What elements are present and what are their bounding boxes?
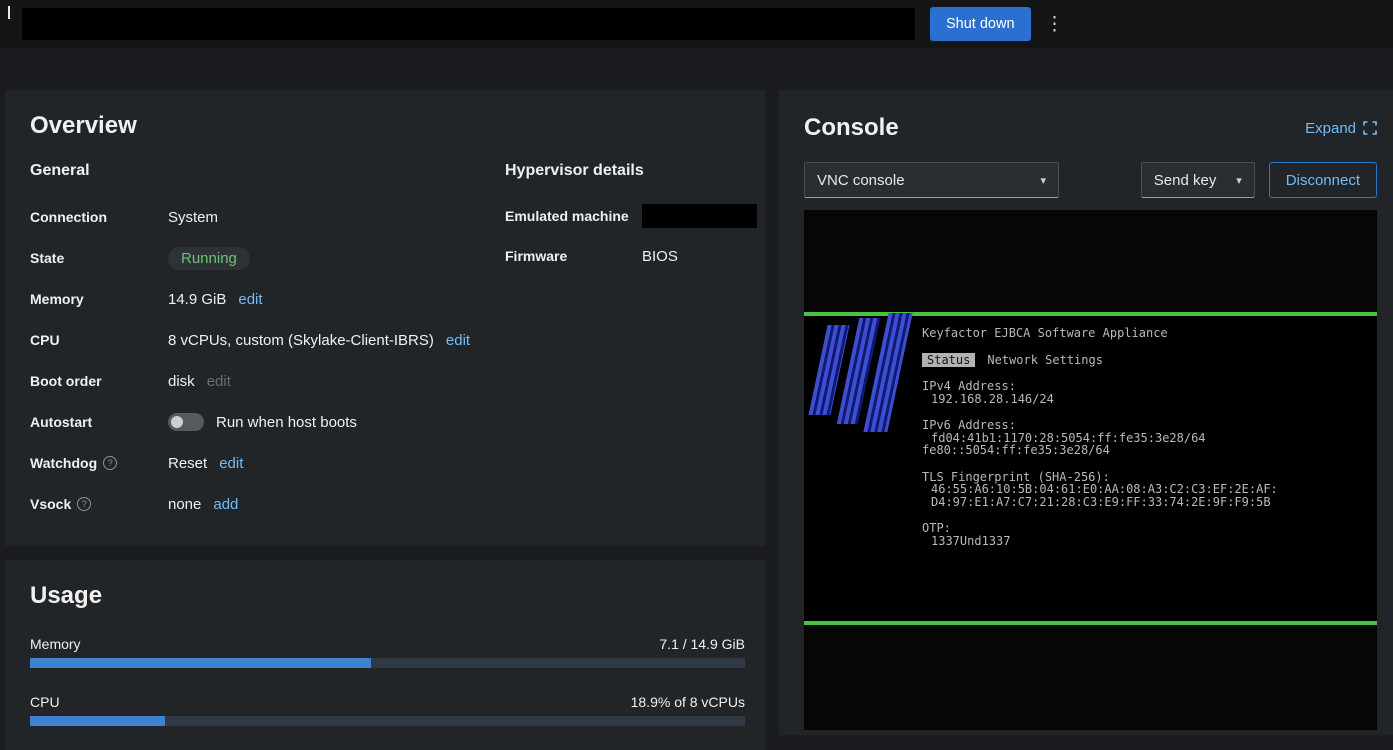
ipv4-block: IPv4 Address: 192.168.28.146/24 bbox=[922, 380, 1377, 405]
row-emulated-machine: Emulated machine bbox=[505, 204, 757, 228]
expand-button[interactable]: Expand bbox=[1305, 120, 1377, 137]
tls-fingerprint-block: TLS Fingerprint (SHA-256): 46:55:A6:10:5… bbox=[922, 471, 1377, 509]
console-card: Console Expand VNC console ▾ Send key ▾ … bbox=[779, 90, 1393, 735]
kebab-menu-icon[interactable]: ⋮ bbox=[1043, 13, 1067, 36]
memory-label: Memory bbox=[30, 291, 168, 307]
general-heading: General bbox=[30, 162, 505, 180]
row-autostart: Autostart Run when host boots bbox=[30, 409, 505, 435]
console-tab-network-settings: Network Settings bbox=[987, 354, 1103, 367]
send-key-dropdown[interactable]: Send key ▾ bbox=[1141, 162, 1255, 198]
usage-memory-label: Memory bbox=[30, 636, 81, 652]
overview-title: Overview bbox=[30, 112, 745, 140]
hypervisor-heading: Hypervisor details bbox=[505, 162, 757, 180]
redacted-vm-title bbox=[22, 8, 915, 40]
toggle-knob bbox=[171, 416, 183, 428]
shutdown-button[interactable]: Shut down bbox=[930, 7, 1031, 41]
usage-title: Usage bbox=[30, 582, 745, 610]
expand-label: Expand bbox=[1305, 120, 1356, 137]
autostart-toggle[interactable] bbox=[168, 413, 204, 431]
console-type-select[interactable]: VNC console ▾ bbox=[804, 162, 1059, 198]
vsock-label: Vsock bbox=[30, 496, 71, 512]
state-badge: Running bbox=[168, 247, 250, 270]
firmware-value: BIOS bbox=[642, 248, 678, 265]
chevron-down-icon: ▾ bbox=[1236, 174, 1242, 187]
hypervisor-section: Hypervisor details Emulated machine Firm… bbox=[505, 162, 757, 532]
vm-console-content: Keyfactor EJBCA Software Appliance Statu… bbox=[804, 316, 1377, 621]
general-section: General Connection System State Running … bbox=[30, 162, 505, 532]
connection-label: Connection bbox=[30, 209, 168, 225]
vm-display: Keyfactor EJBCA Software Appliance Statu… bbox=[804, 312, 1377, 625]
row-memory: Memory 14.9 GiB edit bbox=[30, 286, 505, 312]
watchdog-value: Reset bbox=[168, 455, 207, 472]
redacted-emulated-machine-value bbox=[642, 204, 757, 228]
overview-card: Overview General Connection System State… bbox=[5, 90, 765, 546]
vsock-add-link[interactable]: add bbox=[213, 496, 238, 513]
watchdog-label: Watchdog bbox=[30, 455, 97, 471]
row-cpu: CPU 8 vCPUs, custom (Skylake-Client-IBRS… bbox=[30, 327, 505, 353]
row-watchdog: Watchdog ? Reset edit bbox=[30, 450, 505, 476]
console-app-title: Keyfactor EJBCA Software Appliance bbox=[922, 327, 1377, 340]
usage-memory-header: Memory 7.1 / 14.9 GiB bbox=[30, 636, 745, 652]
otp-block: OTP: 1337Und1337 bbox=[922, 522, 1377, 547]
console-tab-status: Status bbox=[922, 353, 975, 368]
cpu-edit-link[interactable]: edit bbox=[446, 332, 470, 349]
firmware-label: Firmware bbox=[505, 248, 642, 264]
cpu-value: 8 vCPUs, custom (Skylake-Client-IBRS) bbox=[168, 332, 434, 349]
cpu-progress-fill bbox=[30, 716, 165, 726]
send-key-label: Send key bbox=[1154, 172, 1217, 189]
state-label: State bbox=[30, 250, 168, 266]
usage-card: Usage Memory 7.1 / 14.9 GiB CPU 18.9% of… bbox=[5, 560, 765, 750]
memory-progress-bar bbox=[30, 658, 745, 668]
masthead: Shut down ⋮ bbox=[0, 0, 1393, 48]
connection-value: System bbox=[168, 209, 218, 226]
row-firmware: Firmware BIOS bbox=[505, 244, 757, 268]
console-tabs: Status Network Settings bbox=[922, 353, 1377, 368]
tls-fingerprint-2: D4:97:E1:A7:C7:21:28:C3:E9:FF:33:74:2E:9… bbox=[922, 496, 1377, 509]
ipv6-label: IPv6 Address: bbox=[922, 419, 1377, 432]
boot-order-edit-link[interactable]: edit bbox=[207, 373, 231, 390]
watchdog-help-icon[interactable]: ? bbox=[103, 456, 117, 470]
autostart-description: Run when host boots bbox=[216, 414, 357, 431]
boot-order-value: disk bbox=[168, 373, 195, 390]
console-bottom-divider bbox=[804, 621, 1377, 625]
ipv4-address: 192.168.28.146/24 bbox=[922, 393, 1377, 406]
memory-edit-link[interactable]: edit bbox=[238, 291, 262, 308]
left-column: Overview General Connection System State… bbox=[5, 90, 765, 750]
ipv6-block: IPv6 Address: fd04:41b1:1170:28:5054:ff:… bbox=[922, 419, 1377, 457]
otp-label: OTP: bbox=[922, 522, 1377, 535]
console-toolbar: VNC console ▾ Send key ▾ Disconnect bbox=[804, 162, 1377, 198]
usage-cpu-label: CPU bbox=[30, 694, 60, 710]
row-state: State Running bbox=[30, 245, 505, 271]
watchdog-edit-link[interactable]: edit bbox=[219, 455, 243, 472]
autostart-label: Autostart bbox=[30, 414, 168, 430]
row-boot-order: Boot order disk edit bbox=[30, 368, 505, 394]
row-connection: Connection System bbox=[30, 204, 505, 230]
usage-memory-value: 7.1 / 14.9 GiB bbox=[659, 636, 745, 652]
page-content: Overview General Connection System State… bbox=[0, 48, 1393, 750]
console-type-selected: VNC console bbox=[817, 172, 905, 189]
usage-cpu-header: CPU 18.9% of 8 vCPUs bbox=[30, 694, 745, 710]
disconnect-button[interactable]: Disconnect bbox=[1269, 162, 1377, 198]
memory-progress-fill bbox=[30, 658, 371, 668]
otp-value: 1337Und1337 bbox=[922, 535, 1377, 548]
emulated-machine-label: Emulated machine bbox=[505, 208, 642, 224]
row-vsock: Vsock ? none add bbox=[30, 491, 505, 517]
boot-order-label: Boot order bbox=[30, 373, 168, 389]
console-title: Console bbox=[804, 114, 899, 142]
vsock-value: none bbox=[168, 496, 201, 513]
ejbca-logo-art bbox=[812, 313, 904, 435]
ipv6-address-2: fe80::5054:ff:fe35:3e28/64 bbox=[922, 444, 1377, 457]
chevron-down-icon: ▾ bbox=[1040, 174, 1046, 187]
usage-cpu-value: 18.9% of 8 vCPUs bbox=[631, 694, 745, 710]
cpu-progress-bar bbox=[30, 716, 745, 726]
memory-value: 14.9 GiB bbox=[168, 291, 226, 308]
tls-fingerprint-1: 46:55:A6:10:5B:04:61:E0:AA:08:A3:C2:C3:E… bbox=[922, 483, 1377, 496]
ipv4-label: IPv4 Address: bbox=[922, 380, 1377, 393]
vsock-help-icon[interactable]: ? bbox=[77, 497, 91, 511]
expand-icon bbox=[1363, 121, 1377, 135]
vnc-console-screen[interactable]: Keyfactor EJBCA Software Appliance Statu… bbox=[804, 210, 1377, 730]
text-cursor-artifact bbox=[8, 6, 10, 19]
cpu-label: CPU bbox=[30, 332, 168, 348]
